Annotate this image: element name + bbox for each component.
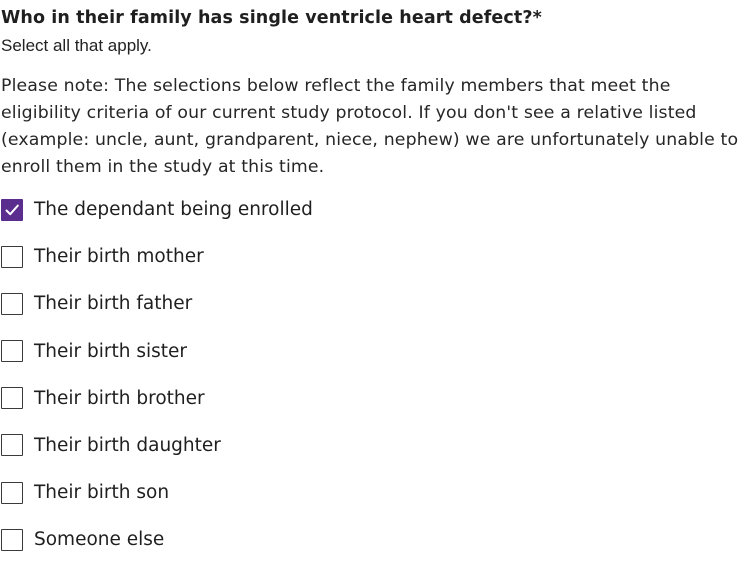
option-label: Their birth father — [34, 293, 193, 315]
checkbox[interactable] — [1, 292, 23, 315]
option-birth-son[interactable]: Their birth son — [1, 479, 753, 506]
eligibility-note: Please note: The selections below reflec… — [1, 76, 739, 177]
option-label: Their birth sister — [34, 340, 188, 362]
option-label: The dependant being enrolled — [34, 199, 313, 220]
family-question-group: Who in their family has single ventricle… — [1, 6, 753, 574]
option-label: Their birth brother — [34, 387, 205, 409]
checkbox[interactable] — [1, 528, 23, 551]
checkbox[interactable] — [1, 340, 23, 363]
checkmark-icon — [5, 204, 19, 215]
checkbox[interactable] — [1, 387, 23, 410]
option-label: Their birth daughter — [34, 434, 221, 456]
option-birth-daughter[interactable]: Their birth daughter — [1, 432, 753, 459]
option-dependant-enrolled[interactable]: The dependant being enrolled — [1, 196, 753, 223]
option-birth-brother[interactable]: Their birth brother — [1, 385, 753, 412]
checkbox[interactable] — [1, 434, 23, 457]
option-label: Their birth mother — [34, 246, 204, 268]
question-title: Who in their family has single ventricle… — [1, 8, 542, 28]
option-label: Someone else — [34, 529, 165, 551]
option-birth-sister[interactable]: Their birth sister — [1, 338, 753, 365]
checkbox-list: The dependant being enrolled Their birth… — [1, 196, 753, 553]
checkbox[interactable] — [1, 245, 23, 268]
checkbox[interactable] — [1, 481, 23, 504]
option-birth-mother[interactable]: Their birth mother — [1, 243, 753, 270]
checkbox[interactable] — [1, 198, 23, 221]
option-someone-else[interactable]: Someone else — [1, 526, 753, 553]
question-hint: Select all that apply. — [1, 36, 152, 55]
option-label: Their birth son — [34, 482, 170, 504]
option-birth-father[interactable]: Their birth father — [1, 290, 753, 317]
